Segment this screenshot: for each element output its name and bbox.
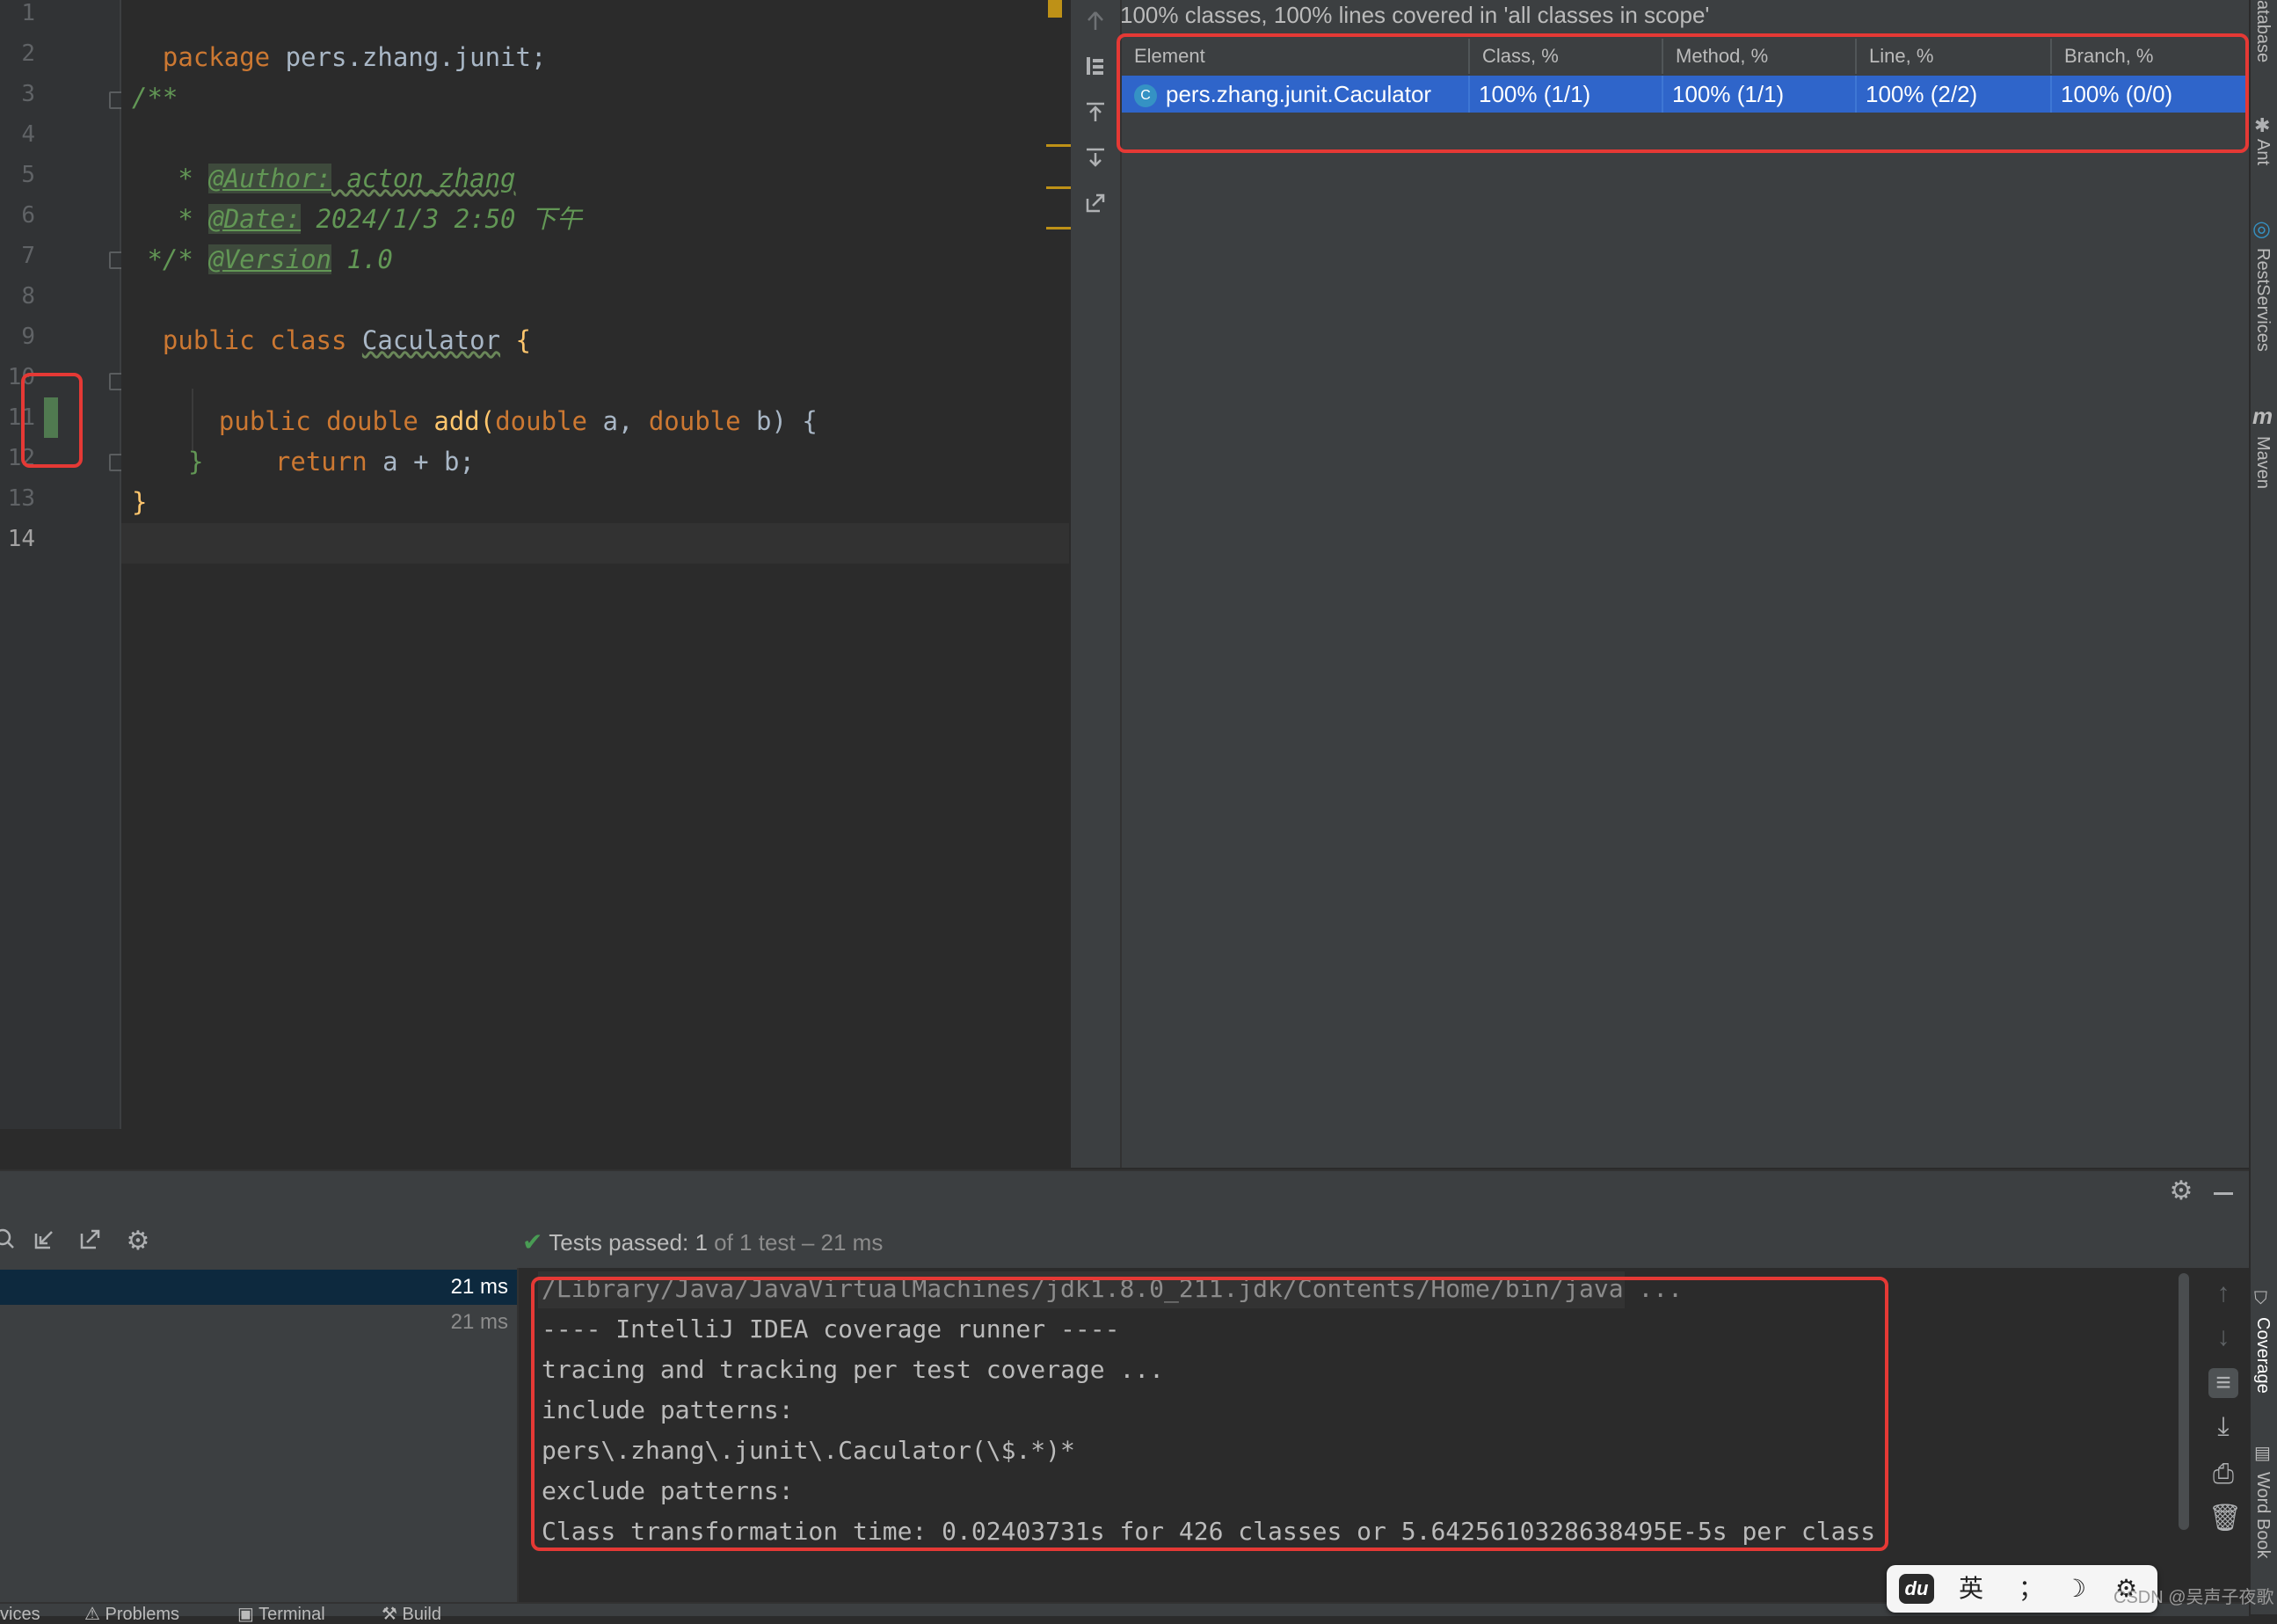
console-scrollbar[interactable] (2179, 1273, 2189, 1530)
code-line-3: /** (132, 83, 178, 113)
tab-database[interactable]: atabase (2252, 0, 2273, 62)
tab-ant[interactable]: Ant (2252, 139, 2273, 165)
line-number: 7 (21, 243, 35, 269)
ime-punctuation-toggle[interactable]: ； (2019, 1574, 2043, 1604)
line-number: 1 (21, 0, 35, 26)
code-line-12: } (188, 447, 204, 477)
tab-maven[interactable]: Maven (2252, 436, 2273, 489)
run-toolbar (0, 1215, 2249, 1268)
navigate-from-source-icon[interactable] (1083, 100, 1108, 125)
code-line-10: public double add(double a, double b) { (218, 406, 818, 436)
line-number: 14 (7, 526, 35, 552)
code-line-13: } (132, 487, 148, 517)
arrow-up-icon[interactable]: ↑ (2208, 1278, 2238, 1308)
coverage-toolbar (1071, 0, 1122, 1168)
editor-gutter: 1 2 3 4 5 6 7 8 9 10 11 12 13 14 (0, 0, 121, 1129)
gear-icon[interactable]: ⚙ (2166, 1176, 2196, 1206)
ant-icon: ✱ (2254, 114, 2271, 136)
warning-stripe[interactable] (1046, 227, 1071, 229)
test-tree-row[interactable]: 21 ms (0, 1270, 517, 1305)
line-number: 2 (21, 40, 35, 67)
line-number: 8 (21, 283, 35, 310)
navigate-to-source-icon[interactable] (1083, 146, 1108, 171)
search-icon[interactable] (0, 1227, 21, 1258)
tab-coverage[interactable]: Coverage (2252, 1317, 2273, 1394)
test-status: ✔ Tests passed: 1 of 1 test – 21 ms (522, 1228, 884, 1256)
current-line-highlight (121, 523, 1069, 564)
globe-icon: ◎ (2252, 217, 2271, 241)
export-icon[interactable] (76, 1227, 105, 1258)
highlight-box-console (531, 1277, 1888, 1551)
line-number: 3 (21, 81, 35, 107)
status-item-build[interactable]: ⚒ Build (382, 1606, 441, 1623)
code-line-8: public class Caculator { (162, 325, 531, 355)
warning-stripe[interactable] (1046, 144, 1071, 147)
moon-icon[interactable]: ☽ (2064, 1574, 2086, 1604)
export-icon[interactable] (1083, 192, 1108, 216)
warning-indicator[interactable] (1048, 0, 1062, 18)
print-icon[interactable]: ⎙ (2208, 1460, 2238, 1489)
line-number: 6 (21, 202, 35, 229)
book-icon: ▤ (2254, 1444, 2271, 1463)
arrow-up-icon[interactable] (1083, 9, 1108, 33)
soft-wrap-icon[interactable]: ≡ (2208, 1368, 2238, 1398)
watermark: CSDN @吴声子夜歌 (2113, 1588, 2274, 1607)
coverage-panel (1071, 0, 2251, 1168)
scroll-to-end-icon[interactable]: ⤓ (2208, 1412, 2238, 1442)
line-number: 9 (21, 324, 35, 350)
highlight-box-coverage-table (1117, 33, 2249, 153)
import-icon[interactable] (30, 1227, 60, 1258)
test-tree-row[interactable]: 21 ms (0, 1305, 517, 1340)
code-line-1: package pers.zhang.junit; (162, 42, 547, 72)
maven-icon: m (2252, 403, 2273, 429)
line-number: 5 (21, 162, 35, 188)
baidu-logo[interactable]: du (1899, 1574, 1934, 1604)
minimize-icon[interactable] (2214, 1192, 2233, 1195)
shield-icon: ⛉ (2254, 1289, 2267, 1308)
status-item-services[interactable]: vices (0, 1606, 40, 1623)
line-number: 4 (21, 121, 35, 148)
code-line-4: * @Author: acton_zhang (162, 164, 516, 193)
check-icon: ✔ (522, 1228, 543, 1256)
trash-icon[interactable]: 🗑 (2208, 1504, 2242, 1533)
warning-stripe[interactable] (1046, 186, 1071, 189)
tab-word-book[interactable]: Word Book (2252, 1472, 2273, 1559)
gear-icon[interactable]: ⚙ (123, 1227, 153, 1256)
code-line-7: */ (132, 244, 178, 274)
code-line-6: * @Version 1.0 (162, 244, 393, 274)
arrow-down-icon[interactable]: ↓ (2208, 1322, 2238, 1352)
status-item-problems[interactable]: ⚠ Problems (84, 1606, 179, 1623)
tab-restservices[interactable]: RestServices (2252, 248, 2273, 352)
code-line-11: return a + b; (274, 447, 475, 477)
coverage-summary: 100% classes, 100% lines covered in 'all… (1120, 2, 1710, 28)
code-line-5: * @Date: 2024/1/3 2:50 下午 (162, 204, 582, 234)
ime-language-toggle[interactable]: 英 (1959, 1574, 1983, 1604)
line-number: 13 (7, 485, 35, 512)
run-panel-header (0, 1169, 2249, 1217)
highlight-box-gutter (21, 373, 83, 468)
flatten-packages-icon[interactable] (1083, 55, 1108, 79)
status-item-terminal[interactable]: ▣ Terminal (237, 1606, 325, 1623)
